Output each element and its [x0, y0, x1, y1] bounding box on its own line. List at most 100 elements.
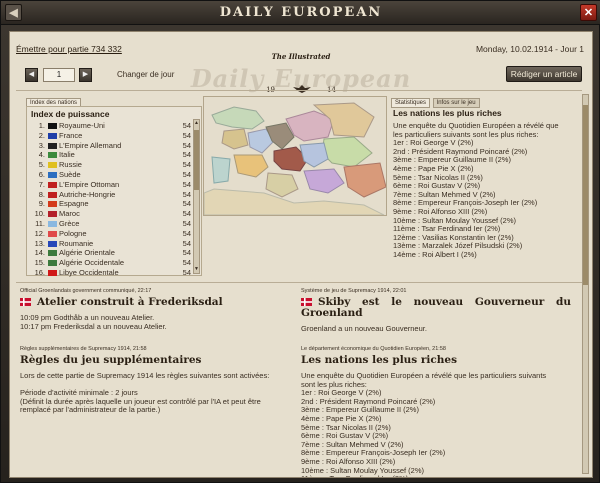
denmark-flag-icon [20, 298, 31, 306]
nation-name: Autriche-Hongrie [59, 189, 116, 199]
rank: 14. [34, 248, 45, 258]
article-line: 10:17 pm Frederiksdal a un nouveau Ateli… [20, 321, 167, 331]
nation-name: L'Empire Ottoman [59, 179, 120, 189]
app-window: ◀ DAILY EUROPEAN ✕ Émettre pour partie 7… [0, 0, 600, 483]
europe-map[interactable] [203, 96, 387, 216]
article-headline-text: Skiby est le nouveau Gouverneur du Groen… [301, 296, 571, 319]
index-row[interactable]: 5. Russie 54 [31, 160, 191, 170]
article-headline: Skiby est le nouveau Gouverneur du Groen… [301, 297, 571, 319]
stats-intro: Une enquête du Quotidien Européen a révé… [393, 121, 559, 139]
article-richest[interactable]: Le département économique du Quotidien E… [301, 346, 571, 477]
index-row[interactable]: 16. Libye Occidentale 54 [31, 268, 191, 278]
power-score: 54 [182, 199, 191, 209]
power-score: 54 [182, 140, 191, 150]
nation-name: France [59, 130, 83, 140]
nation-name: Royaume-Uni [59, 121, 105, 130]
flag-icon [48, 240, 57, 247]
rank: 3. [38, 140, 45, 150]
article-body: Une enquête du Quotidien Européen a révé… [301, 371, 571, 477]
flag-icon [48, 191, 57, 198]
day-input[interactable]: 1 [43, 68, 75, 82]
close-icon[interactable]: ✕ [580, 4, 597, 21]
article-rules[interactable]: Règles supplémentaires de Supremacy 1914… [20, 346, 290, 415]
nation-name: Maroc [59, 209, 80, 219]
prev-day-button[interactable]: ◀ [25, 68, 38, 82]
nation-name: Roumanie [59, 238, 94, 248]
page-scrollbar[interactable] [582, 94, 589, 474]
index-row[interactable]: 1. Royaume-Uni 54 [31, 121, 191, 131]
rank: 16. [34, 267, 45, 277]
nation-name: Suède [59, 169, 81, 179]
article-headline: Atelier construit à Frederiksdal [20, 297, 290, 308]
stats-line: 14ème : Roi Albert I (2%) [393, 249, 477, 259]
rank: 13. [34, 238, 45, 248]
stats-list: 1er : Roi George V (2%) 2nd : Président R… [391, 139, 568, 259]
nation-name: Algérie Occidentale [59, 258, 125, 268]
index-row[interactable]: 12. Pologne 54 [31, 229, 191, 239]
nation-name: Espagne [59, 199, 89, 209]
article-line: 11ème : Tsar Ferdinand Ier (2%) [301, 475, 571, 477]
power-score: 54 [182, 248, 191, 258]
masthead-subtitle: The Illustrated [271, 52, 331, 61]
power-score: 54 [182, 121, 191, 130]
stats-title: Les nations les plus riches [393, 108, 502, 118]
article-body: Groenland a un nouveau Gouverneur. [301, 324, 571, 334]
article-source: Règles supplémentaires de Supremacy 1914… [20, 346, 147, 352]
write-article-button[interactable]: Rédiger un article [506, 66, 582, 82]
nation-name: Russie [59, 160, 82, 170]
flag-icon [48, 220, 57, 227]
article-workshop[interactable]: Official Groenlandais government communi… [20, 288, 290, 331]
rank: 11. [35, 218, 45, 228]
change-day-label: Changer de jour [117, 70, 175, 79]
index-scroll-thumb[interactable] [194, 130, 199, 190]
rank: 10. [34, 209, 45, 219]
scroll-down-icon[interactable]: ▼ [194, 266, 199, 273]
index-row[interactable]: 9. Espagne 54 [31, 199, 191, 209]
divider [16, 282, 582, 283]
power-score: 54 [182, 267, 191, 277]
flag-icon [48, 250, 57, 257]
power-score: 54 [182, 209, 191, 219]
article-source: Le département économique du Quotidien E… [301, 346, 446, 352]
index-row[interactable]: 14. Algérie Orientale 54 [31, 248, 191, 258]
index-row[interactable]: 15. Algérie Occidentale 54 [31, 258, 191, 268]
title-bar: ◀ DAILY EUROPEAN ✕ [1, 1, 600, 25]
nation-name: Pologne [59, 228, 87, 238]
index-scrollbar[interactable]: ▲ ▼ [193, 119, 200, 274]
stats-panel: Les nations les plus riches Une enquête … [391, 106, 568, 276]
index-row[interactable]: 8. Autriche-Hongrie 54 [31, 190, 191, 200]
article-line: Groenland a un nouveau Gouverneur. [301, 324, 427, 333]
index-row[interactable]: 6. Suède 54 [31, 170, 191, 180]
nation-name: L'Empire Allemand [59, 140, 122, 150]
power-score: 54 [182, 169, 191, 179]
power-index-title: Index de puissance [31, 109, 110, 119]
power-score: 54 [182, 238, 191, 248]
page-scroll-thumb[interactable] [583, 105, 588, 285]
article-source: Official Groenlandais government communi… [20, 288, 152, 294]
index-row[interactable]: 2. France 54 [31, 131, 191, 141]
scroll-up-icon[interactable]: ▲ [194, 120, 199, 127]
index-row[interactable]: 7. L'Empire Ottoman 54 [31, 180, 191, 190]
index-row[interactable]: 13. Roumanie 54 [31, 239, 191, 249]
power-score: 54 [182, 189, 191, 199]
flag-icon [48, 181, 57, 188]
index-row[interactable]: 3. L'Empire Allemand 54 [31, 141, 191, 151]
nation-name: Grèce [59, 218, 80, 228]
flag-icon [48, 269, 57, 276]
flag-icon [48, 162, 57, 169]
next-day-button[interactable]: ▶ [79, 68, 92, 82]
article-body: Lors de cette partie de Supremacy 1914 l… [20, 371, 290, 415]
index-row[interactable]: 4. Italie 54 [31, 150, 191, 160]
article-governor[interactable]: Système de jeu de Supremacy 1914, 22:01 … [301, 288, 571, 334]
power-score: 54 [182, 228, 191, 238]
index-row[interactable]: 10. Maroc 54 [31, 209, 191, 219]
article-body: 10:09 pm Godthåb a un nouveau Atelier. 10… [20, 313, 290, 331]
rank: 5. [38, 160, 45, 170]
flag-icon [48, 211, 57, 218]
index-row[interactable]: 11. Grèce 54 [31, 219, 191, 229]
divider [16, 90, 582, 91]
newspaper-page: Émettre pour partie 734 332 Monday, 10.0… [9, 31, 593, 478]
rank: 4. [38, 150, 45, 160]
power-score: 54 [182, 130, 191, 140]
power-index-list: 1. Royaume-Uni 54 2. France 54 3. L'Empire Alle… [31, 121, 191, 278]
